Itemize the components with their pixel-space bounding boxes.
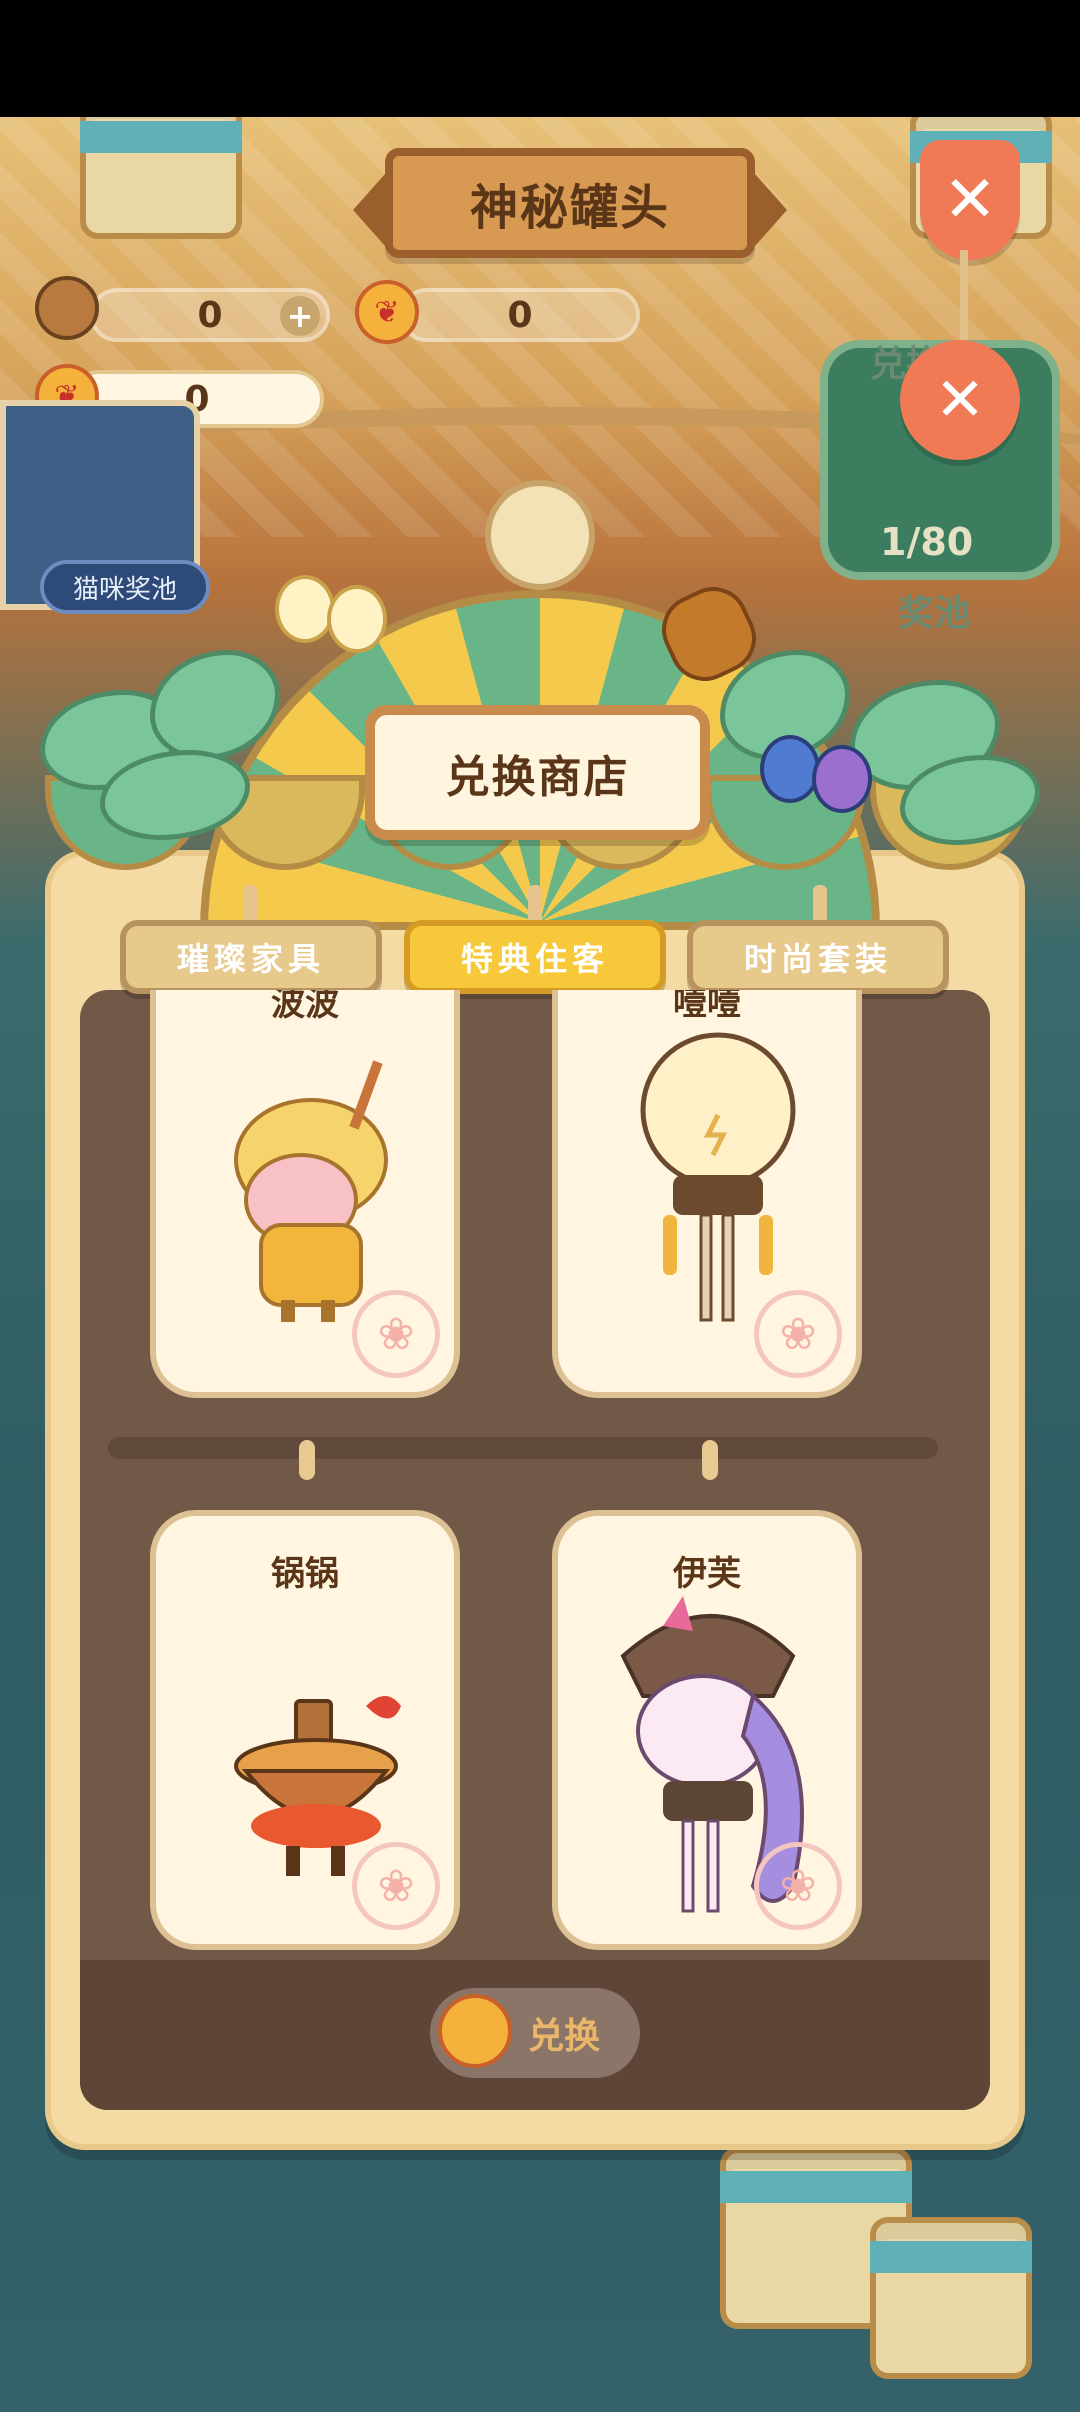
bell-gift-icon: ❦	[355, 280, 419, 344]
tab-special-residents[interactable]: 特典住客	[404, 920, 666, 994]
tab-hook	[813, 885, 827, 925]
card-name: 锅锅	[271, 1554, 339, 1594]
resident-card[interactable]: 噎噎 ❀	[552, 990, 862, 1398]
fish-bone-bag-icon	[35, 276, 99, 340]
canopy-ornament	[485, 480, 595, 590]
exchange-button-label: 兑换	[527, 2016, 600, 2057]
tab-label: 时尚套装	[743, 940, 892, 978]
card-hook	[702, 1440, 718, 1480]
tab-label: 特典住客	[460, 940, 609, 978]
card-hook	[299, 1440, 315, 1480]
shelf-divider	[108, 1437, 938, 1459]
close-x-icon: ✕	[943, 163, 997, 237]
resident-card[interactable]: 波波 ❀	[150, 990, 460, 1398]
add-currency-button[interactable]: +	[280, 296, 320, 336]
red-bell-value: 0	[507, 294, 533, 336]
close-button[interactable]: ✕	[920, 140, 1020, 260]
paw-icon: ❀	[754, 1290, 842, 1378]
close-x-icon: ✕	[934, 365, 986, 435]
tab-fashion-sets[interactable]: 时尚套装	[687, 920, 949, 994]
exchange-button[interactable]: 兑换	[430, 1988, 640, 2078]
tab-hook	[528, 885, 542, 925]
resident-card[interactable]: 伊芙 ❀	[552, 1510, 862, 1950]
bubble-tea-girl-character	[234, 1060, 388, 1322]
paw-icon: ❀	[352, 1842, 440, 1930]
page-title: 神秘罐头	[469, 180, 670, 236]
paw-icon: ❀	[754, 1842, 842, 1930]
bell-gift-icon	[438, 1994, 512, 2068]
tab-furniture[interactable]: 璀璨家具	[120, 920, 382, 994]
tab-label: 璀璨家具	[176, 940, 325, 978]
butterfly-decoration	[760, 735, 872, 825]
butterfly-decoration	[275, 575, 387, 665]
shop-sign: 兑换商店	[365, 705, 710, 840]
card-name: 波波	[271, 990, 339, 1024]
pool-count: 1/80	[880, 520, 974, 564]
paw-icon: ❀	[352, 1290, 440, 1378]
shop-title: 兑换商店	[445, 751, 630, 803]
fish-bone-value: 0	[197, 294, 223, 336]
resident-card[interactable]: 锅锅 ❀	[150, 1510, 460, 1950]
lightbulb-creature-character	[640, 1032, 796, 1322]
red-bell-counter: 0	[400, 288, 640, 342]
background-can	[80, 117, 242, 239]
tab-hook	[243, 885, 257, 925]
background-can	[870, 2217, 1032, 2379]
title-banner: 神秘罐头	[353, 148, 787, 258]
exchange-close-tag[interactable]: ✕	[900, 340, 1020, 460]
